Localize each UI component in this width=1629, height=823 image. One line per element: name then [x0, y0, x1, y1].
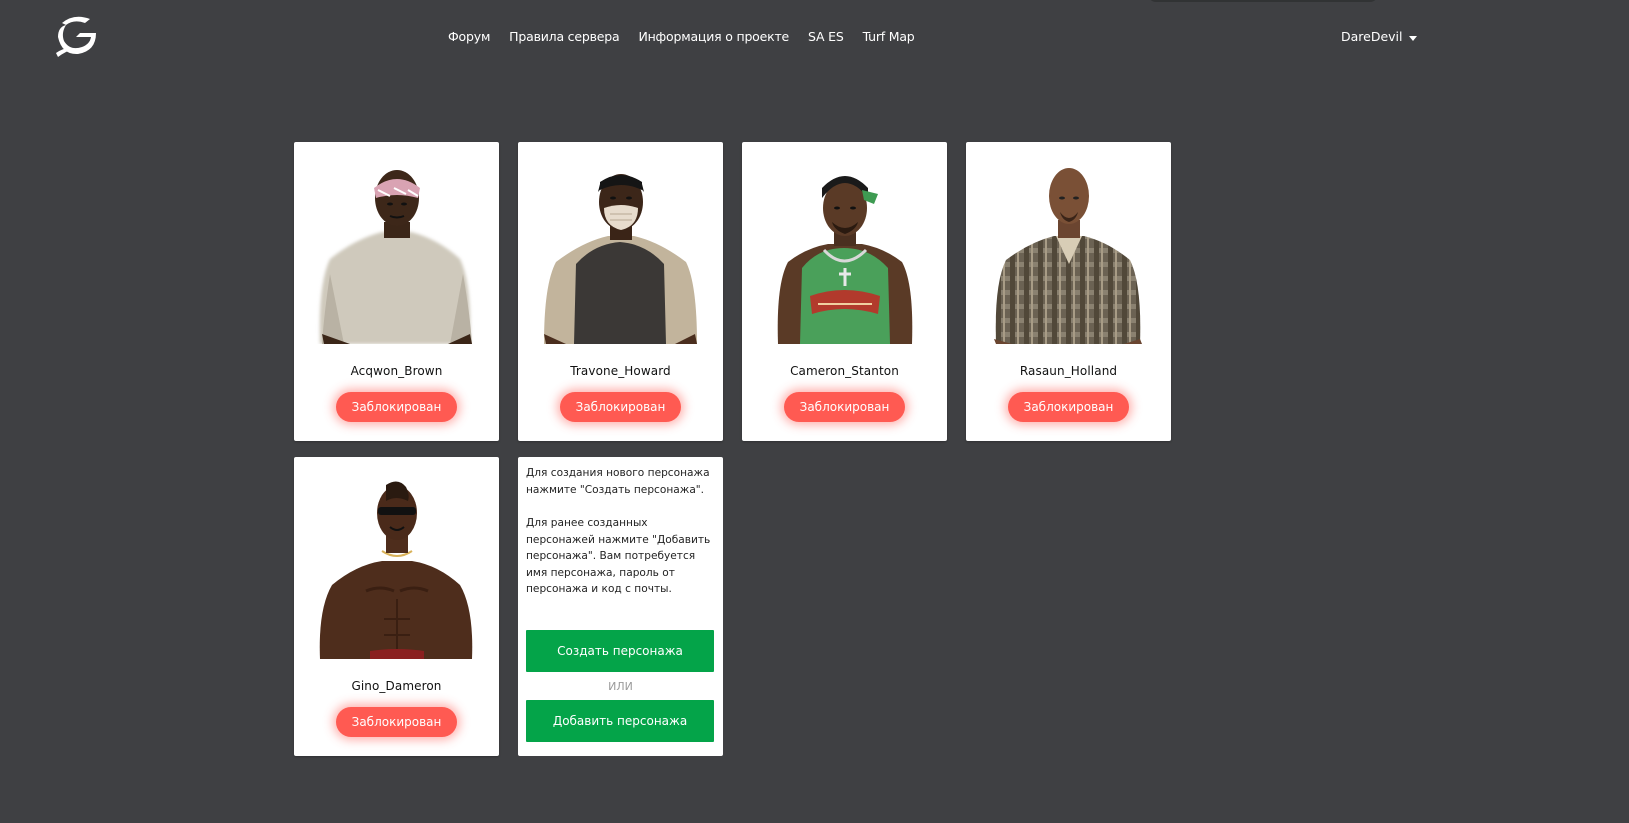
character-name: Rasaun_Holland — [1019, 364, 1118, 378]
character-card[interactable]: Acqwon_Brown Заблокирован — [294, 142, 499, 441]
character-card[interactable]: Gino_Dameron Заблокирован — [294, 457, 499, 756]
add-info-text: Для ранее созданных персонажей нажмите "… — [526, 517, 711, 595]
blocked-status-button[interactable]: Заблокирован — [784, 392, 905, 422]
create-character-button[interactable]: Создать персонажа — [526, 630, 714, 672]
blocked-status-button[interactable]: Заблокирован — [336, 392, 457, 422]
character-name: Gino_Dameron — [351, 679, 442, 693]
character-avatar — [319, 170, 472, 344]
username: DareDevil — [1341, 29, 1403, 44]
character-name: Travone_Howard — [570, 364, 671, 378]
character-card[interactable]: Cameron_Stanton Заблокирован — [742, 142, 947, 441]
blocked-status-button[interactable]: Заблокирован — [336, 707, 457, 737]
page: Форум Правила сервера Информация о проек… — [0, 0, 1629, 823]
nav-server-rules[interactable]: Правила сервера — [509, 29, 619, 44]
character-name: Acqwon_Brown — [350, 364, 443, 378]
character-avatar — [777, 176, 913, 344]
main-nav: Форум Правила сервера Информация о проек… — [448, 29, 915, 44]
dropdown-shadow — [1148, 0, 1378, 2]
nav-turf-map[interactable]: Turf Map — [863, 29, 915, 44]
character-avatar — [544, 174, 697, 344]
character-card[interactable]: Travone_Howard Заблокирован — [518, 142, 723, 441]
nav-project-info[interactable]: Информация о проекте — [638, 29, 789, 44]
user-menu[interactable]: DareDevil — [1341, 29, 1417, 44]
blocked-status-button[interactable]: Заблокирован — [1008, 392, 1129, 422]
blocked-status-button[interactable]: Заблокирован — [560, 392, 681, 422]
character-card[interactable]: Rasaun_Holland Заблокирован — [966, 142, 1171, 441]
add-character-button[interactable]: Добавить персонажа — [526, 700, 714, 742]
nav-forum[interactable]: Форум — [448, 29, 490, 44]
create-character-panel: Для создания нового персонажа нажмите "С… — [518, 457, 723, 756]
nav-sa-es[interactable]: SA ES — [808, 29, 844, 44]
or-divider: ИЛИ — [608, 680, 633, 693]
character-avatar — [319, 481, 473, 659]
character-avatar — [994, 168, 1142, 344]
character-name: Cameron_Stanton — [790, 364, 899, 378]
chevron-down-icon — [1408, 35, 1417, 41]
create-info-text: Для создания нового персонажа нажмите "С… — [526, 467, 710, 496]
g-logo-icon[interactable] — [52, 13, 98, 57]
